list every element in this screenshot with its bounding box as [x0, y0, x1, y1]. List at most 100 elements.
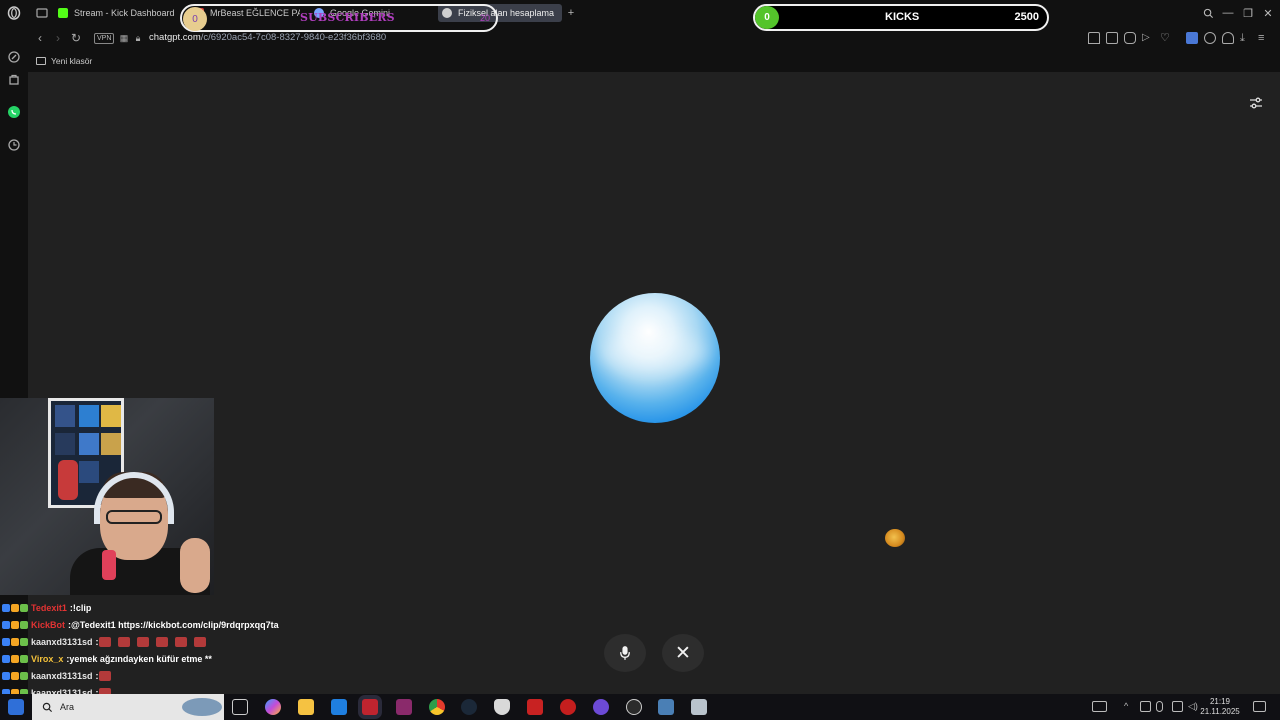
voice-settings-icon[interactable] — [1247, 94, 1265, 112]
url-host: chatgpt.com — [149, 32, 201, 43]
tray-chevron-icon[interactable]: ^ — [1124, 701, 1135, 712]
url-field[interactable]: chatgpt.com/c/6920ac54-7c08-8327-9840-e2… — [149, 32, 386, 43]
close-window-button[interactable]: ✕ — [1260, 5, 1276, 21]
discord-icon[interactable] — [593, 699, 609, 715]
chat-message: Tedexit1 : !clip — [0, 599, 300, 616]
translate-icon[interactable] — [1186, 32, 1198, 44]
ai-assistant-icon[interactable] — [4, 47, 24, 67]
microphone-button[interactable] — [604, 634, 646, 672]
vpn-badge[interactable]: VPN — [94, 33, 115, 44]
calculator-icon[interactable] — [658, 699, 674, 715]
subscribers-goal: 20 — [480, 13, 491, 23]
chat-text: yemek ağzındayken küfür etme ** — [69, 653, 212, 664]
chat-badges — [2, 603, 28, 612]
badge-icon — [11, 671, 19, 680]
minimize-button[interactable]: — — [1220, 5, 1236, 21]
figure — [58, 460, 78, 500]
emote-icon — [174, 636, 187, 647]
subscribers-goal-overlay: 0 SUBSCRIBERS 20 — [180, 4, 498, 32]
chrome-icon[interactable] — [429, 699, 445, 715]
kicks-goal: 2500 — [1014, 11, 1039, 23]
notifications-icon[interactable] — [1253, 701, 1266, 712]
history-icon[interactable] — [4, 135, 24, 155]
back-arrow-icon[interactable]: ‹ — [32, 30, 48, 46]
chat-username[interactable]: KickBot — [31, 620, 65, 630]
task-view-icon[interactable] — [232, 699, 248, 715]
subscribers-label: SUBSCRIBERS — [300, 11, 395, 24]
copilot-icon[interactable] — [265, 699, 281, 715]
badge-icon — [2, 603, 10, 612]
kick-favicon-icon — [58, 8, 68, 18]
glasses — [106, 510, 162, 524]
download-icon[interactable]: ⤓ — [1240, 32, 1252, 44]
tab-kick-dashboard[interactable]: Stream - Kick Dashboard — [54, 4, 178, 22]
extensions-icon[interactable] — [1204, 32, 1216, 44]
play-icon[interactable]: ▷ — [1142, 32, 1154, 44]
emote-icon — [193, 636, 206, 647]
forward-arrow-icon[interactable]: › — [50, 30, 66, 46]
tab-switcher-icon[interactable] — [32, 3, 52, 23]
badge-icon — [11, 637, 19, 646]
file-explorer-icon[interactable] — [298, 699, 314, 715]
badge-icon — [20, 654, 28, 663]
shopping-icon[interactable] — [4, 70, 24, 90]
badge-icon — [20, 620, 28, 629]
snapshot-icon[interactable] — [1106, 32, 1118, 44]
chat-message: Virox_x : yemek ağzındayken küfür etme *… — [0, 650, 300, 667]
chat-username[interactable]: kaanxd3131sd — [31, 637, 93, 647]
whatsapp-icon[interactable] — [4, 102, 24, 122]
tab-label: Stream - Kick Dashboard — [74, 8, 175, 18]
webcam-overlay — [0, 398, 214, 595]
screen: Stream - Kick Dashboard MrBeast EĞLENCE … — [0, 0, 1280, 720]
tray-app-icon[interactable] — [1140, 701, 1151, 712]
shield-icon[interactable] — [1124, 32, 1136, 44]
menu-icon[interactable]: ≡ — [1258, 32, 1270, 44]
chat-message: KickBot : @Tedexit1 https://kickbot.com/… — [0, 616, 300, 633]
streamer-hand — [180, 538, 210, 593]
search-icon — [42, 702, 53, 713]
tray-mic-icon[interactable] — [1156, 701, 1163, 712]
volume-icon[interactable]: ◁) — [1188, 701, 1199, 712]
lock-icon[interactable]: 🔒︎ — [130, 30, 146, 46]
emote-icon — [136, 636, 149, 647]
network-icon[interactable] — [1172, 701, 1183, 712]
opera-logo-icon[interactable] — [4, 3, 24, 23]
keyboard-icon[interactable] — [1092, 701, 1107, 712]
start-icon[interactable] — [8, 699, 24, 715]
chat-badges — [2, 654, 28, 663]
folder-icon — [36, 57, 46, 65]
pet-sprite — [885, 529, 905, 547]
bookmark-folder[interactable]: Yeni klasör — [36, 56, 92, 66]
clock[interactable]: 21:19 21.11.2025 — [1200, 697, 1240, 717]
end-voice-button[interactable]: ✕ — [662, 634, 704, 672]
chat-username[interactable]: Tedexit1 — [31, 603, 67, 613]
chat-username[interactable]: Virox_x — [31, 654, 63, 664]
chat-text: @Tedexit1 https://kickbot.com/clip/9rdqr… — [71, 619, 279, 630]
restore-button[interactable]: ❐ — [1240, 5, 1256, 21]
badge-icon — [20, 671, 28, 680]
store-icon[interactable] — [331, 699, 347, 715]
emote-icon — [98, 670, 111, 681]
opera-taskbar-icon[interactable] — [362, 699, 378, 715]
winrar-icon[interactable] — [396, 699, 412, 715]
badge-icon — [2, 637, 10, 646]
voicemeeter-icon[interactable] — [527, 699, 543, 715]
app-window-icon[interactable] — [691, 699, 707, 715]
obs-icon[interactable] — [626, 699, 642, 715]
heart-icon[interactable]: ♡ — [1160, 32, 1172, 44]
taskbar-search[interactable]: Ara — [32, 694, 224, 720]
url-path: /c/6920ac54-7c08-8327-9840-e23f36bf3680 — [200, 32, 387, 43]
red-app-icon[interactable] — [560, 699, 576, 715]
steam-icon[interactable] — [461, 699, 477, 715]
voice-orb — [590, 293, 720, 423]
profile-icon[interactable] — [1222, 32, 1234, 44]
pin-icon[interactable] — [1088, 32, 1100, 44]
chat-badges — [2, 671, 28, 680]
shield-app-icon[interactable] — [494, 699, 510, 715]
new-tab-button[interactable]: + — [563, 5, 579, 21]
search-tabs-icon[interactable] — [1200, 5, 1216, 21]
reload-icon[interactable]: ↻ — [68, 30, 84, 46]
kicks-goal-overlay: 0 KICKS 2500 — [753, 4, 1049, 31]
badge-icon — [11, 654, 19, 663]
chat-username[interactable]: kaanxd3131sd — [31, 671, 93, 681]
